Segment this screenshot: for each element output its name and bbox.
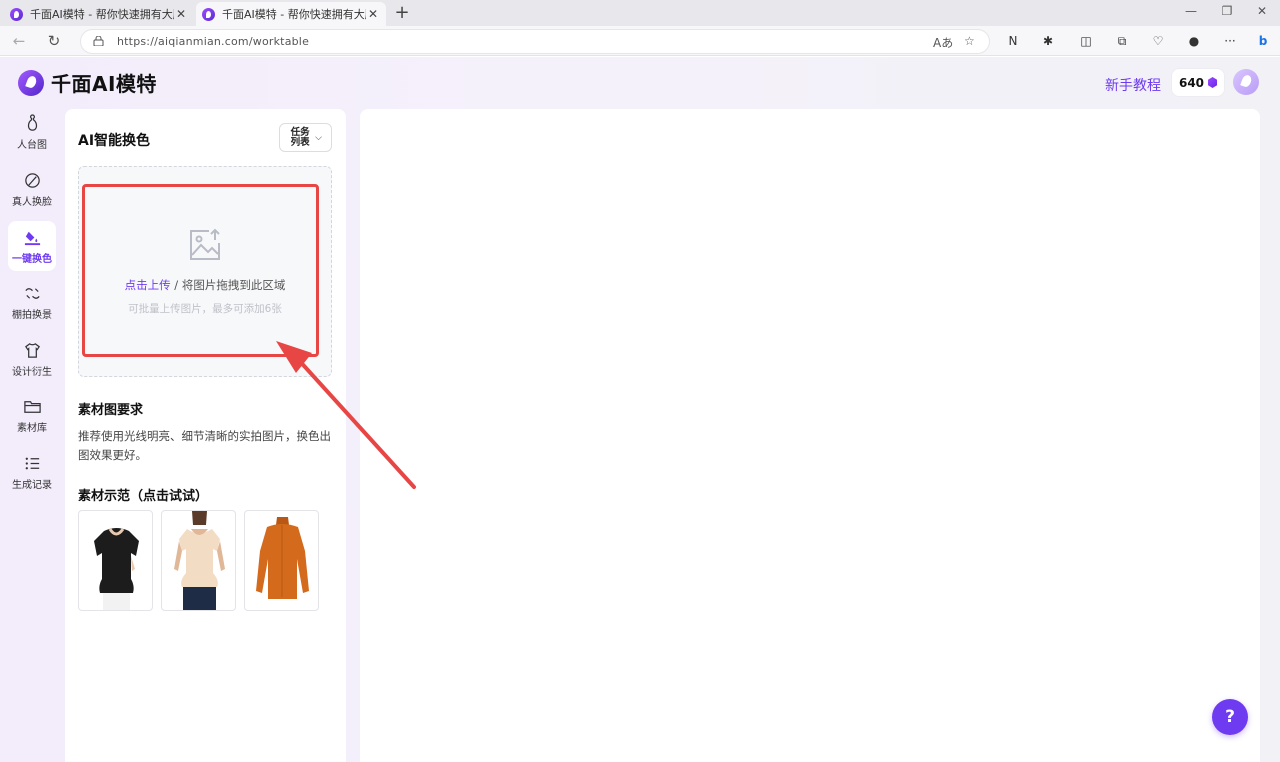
sidebar-item-label: 素材库 xyxy=(17,422,47,434)
result-canvas xyxy=(360,109,1260,762)
upload-dropzone[interactable]: 点击上传 / 将图片拖拽到此区域 可批量上传图片，最多可添加6张 xyxy=(78,166,332,377)
upload-instruction: 点击上传 / 将图片拖拽到此区域 xyxy=(79,277,331,293)
task-list-label-line1: 任务 xyxy=(290,126,310,138)
copilot-icon[interactable]: b xyxy=(1255,33,1271,49)
close-tab-icon[interactable]: ✕ xyxy=(366,7,380,21)
sidebar-item-label: 设计衍生 xyxy=(12,366,52,378)
tab-title: 千面AI模特 - 帮你快速拥有大牌同款 xyxy=(222,8,366,21)
drag-text: 将图片拖拽到此区域 xyxy=(181,278,286,292)
examples-title: 素材示范（点击试试） xyxy=(78,489,209,504)
gem-icon xyxy=(1208,77,1218,88)
site-favicon-icon xyxy=(202,7,215,21)
sidebar-item-label: 生成记录 xyxy=(12,479,52,491)
browser-tab[interactable]: 千面AI模特 - 帮你快速拥有大牌同款 ✕ xyxy=(4,2,194,26)
paint-bucket-icon xyxy=(24,231,40,245)
health-icon[interactable]: ♡ xyxy=(1150,33,1166,49)
url-text: https://aiqianmian.com/worktable xyxy=(117,35,310,48)
example-thumbnail-black-blouse[interactable] xyxy=(78,510,153,611)
lock-icon xyxy=(93,36,104,46)
app-logo[interactable]: 千面AI模特 xyxy=(18,68,157,97)
requirements-title: 素材图要求 xyxy=(78,403,144,418)
upload-hint: 可批量上传图片，最多可添加6张 xyxy=(128,303,282,315)
list-icon xyxy=(25,457,39,469)
app-container: 千面AI模特 新手教程 640 人台图 真人换脸 一键换色 棚拍换景 设计衍生 … xyxy=(0,57,1280,762)
requirements-text: 推荐使用光线明亮、细节清晰的实拍图片，换色出图效果更好。 xyxy=(78,429,331,462)
sidebar-item-face-swap[interactable]: 真人换脸 xyxy=(8,164,56,214)
example-thumbnail-cream-top[interactable] xyxy=(161,510,236,611)
new-tab-button[interactable]: + xyxy=(392,3,412,23)
task-list-button[interactable]: 任务 列表 ⌵ xyxy=(279,123,332,152)
click-upload-link[interactable]: 点击上传 xyxy=(125,278,171,292)
credits-value: 640 xyxy=(1178,75,1205,90)
sidebar-item-label: 人台图 xyxy=(17,139,47,151)
task-list-label-line2: 列表 xyxy=(290,136,310,148)
sidebar-item-mannequin[interactable]: 人台图 xyxy=(8,107,56,157)
back-icon[interactable]: ← xyxy=(9,31,29,51)
orange-top-image xyxy=(256,517,309,599)
folder-icon xyxy=(23,400,41,413)
example-thumbnail-orange-top[interactable] xyxy=(244,510,319,611)
task-list-label: 任务 列表 xyxy=(289,126,311,148)
panel-title: AI智能换色 xyxy=(78,133,151,149)
credits-badge[interactable]: 640 xyxy=(1171,68,1225,97)
user-avatar[interactable] xyxy=(1233,69,1259,95)
sidebar-item-label: 棚拍换景 xyxy=(12,309,52,321)
logo-mark-icon xyxy=(18,69,44,96)
tutorial-link[interactable]: 新手教程 xyxy=(1105,75,1161,95)
read-aloud-icon[interactable]: Aあ xyxy=(933,34,953,51)
sidebar-item-label: 真人换脸 xyxy=(12,196,52,208)
scene-swap-icon xyxy=(24,287,40,299)
close-tab-icon[interactable]: ✕ xyxy=(174,7,188,21)
face-swap-icon xyxy=(24,172,40,188)
browser-tab-active[interactable]: 千面AI模特 - 帮你快速拥有大牌同款 ✕ xyxy=(196,2,386,26)
restore-icon[interactable]: ❐ xyxy=(1217,4,1237,18)
chevron-down-icon: ⌵ xyxy=(315,132,322,143)
split-screen-icon[interactable]: ◫ xyxy=(1078,33,1094,49)
notion-extension-icon[interactable]: N xyxy=(1005,33,1021,49)
sidebar-item-label: 一键换色 xyxy=(12,253,52,265)
upload-separator: / xyxy=(170,278,182,292)
mannequin-icon xyxy=(27,113,37,131)
sidebar-item-scene-swap[interactable]: 棚拍换景 xyxy=(8,277,56,327)
browser-tab-bar: 千面AI模特 - 帮你快速拥有大牌同款 ✕ 千面AI模特 - 帮你快速拥有大牌同… xyxy=(0,0,1280,26)
site-favicon-icon xyxy=(10,7,23,21)
recolor-panel: AI智能换色 任务 列表 ⌵ 点击上传 / 将图片拖拽到此区域 可批量上传图片，… xyxy=(65,109,346,762)
minimize-icon[interactable]: — xyxy=(1181,4,1201,18)
profile-icon[interactable]: ● xyxy=(1186,33,1202,49)
browser-toolbar: ← ↻ https://aiqianmian.com/worktable Aあ … xyxy=(0,26,1280,56)
close-window-icon[interactable]: ✕ xyxy=(1252,4,1272,18)
sidebar-item-library[interactable]: 素材库 xyxy=(8,390,56,440)
image-upload-icon xyxy=(190,228,220,260)
cream-top-image xyxy=(174,511,225,610)
black-blouse-image xyxy=(94,528,139,610)
collections-icon[interactable]: ⧉ xyxy=(1114,33,1130,49)
reload-icon[interactable]: ↻ xyxy=(44,31,64,51)
sidebar-item-history[interactable]: 生成记录 xyxy=(8,447,56,497)
more-menu-icon[interactable]: ··· xyxy=(1222,33,1238,49)
help-button[interactable]: ? xyxy=(1212,699,1248,735)
address-bar[interactable]: https://aiqianmian.com/worktable Aあ ☆ xyxy=(80,29,990,54)
favorite-star-icon[interactable]: ☆ xyxy=(964,34,975,48)
sidebar-item-design[interactable]: 设计衍生 xyxy=(8,334,56,384)
shirt-icon xyxy=(24,342,40,358)
logo-text: 千面AI模特 xyxy=(51,72,157,96)
extensions-icon[interactable]: ✱ xyxy=(1040,33,1056,49)
tab-title: 千面AI模特 - 帮你快速拥有大牌同款 xyxy=(30,8,174,21)
sidebar-item-recolor[interactable]: 一键换色 xyxy=(8,221,56,271)
